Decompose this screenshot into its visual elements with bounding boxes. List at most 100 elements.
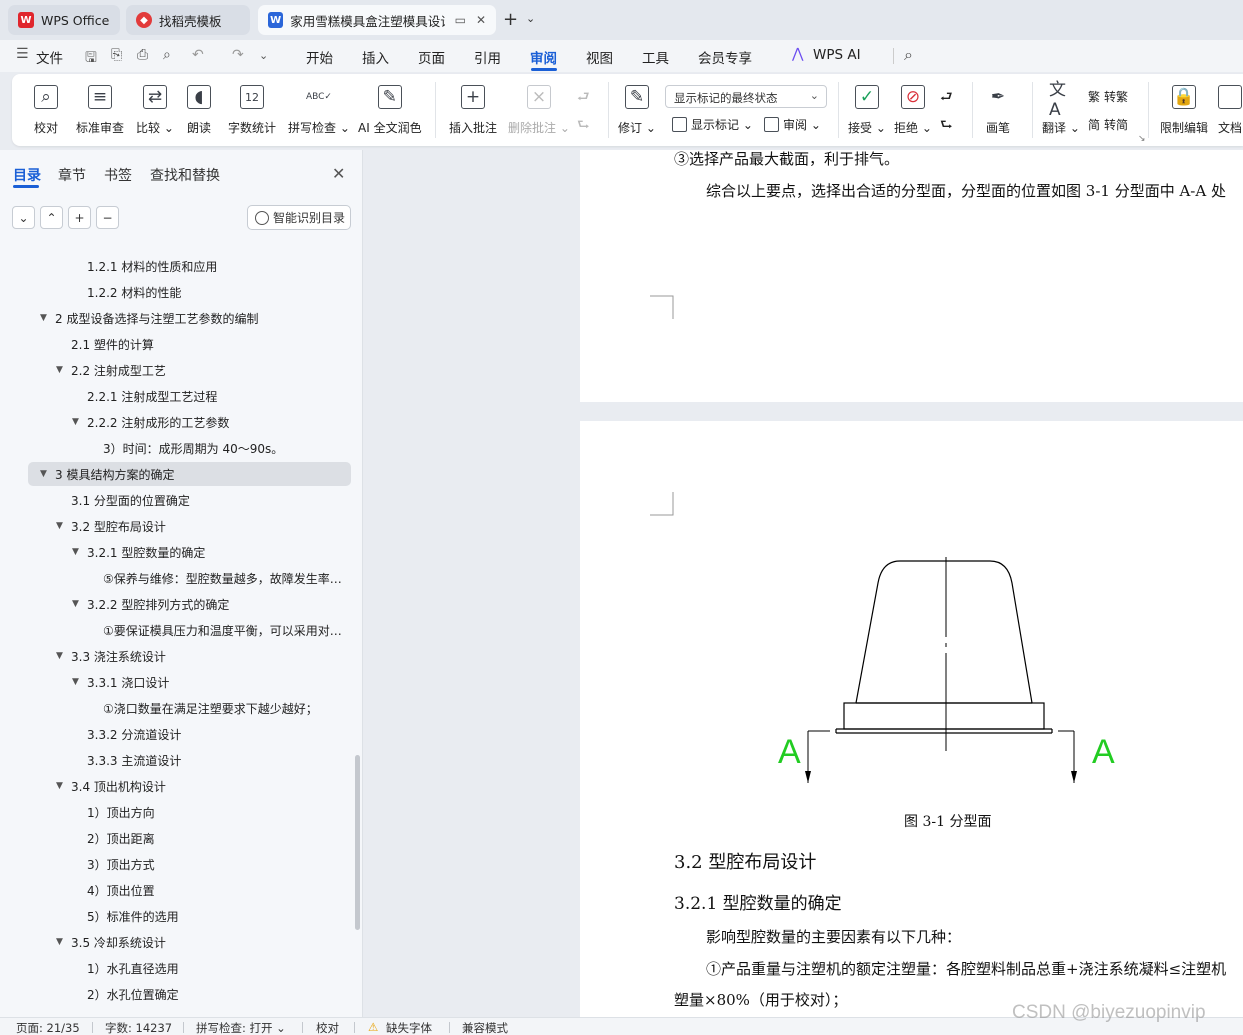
toc-item[interactable]: ①要保证模具压力和温度平衡，可以采用对… [0,618,350,642]
screen-icon[interactable]: ▭ [455,13,466,27]
toc-item[interactable]: ▼ 3.3 浇注系统设计 [0,644,350,668]
redo-icon[interactable]: ↷ [232,47,244,63]
expand-triangle-icon[interactable]: ▼ [40,469,47,479]
toc-item[interactable]: ▼ 2 成型设备选择与注塑工艺参数的编制 [0,306,350,330]
expand-triangle-icon[interactable]: ▼ [56,521,63,531]
expand-triangle-icon[interactable]: ▼ [56,781,63,791]
toc-item[interactable]: ▼ 3.5 冷却系统设计 [0,930,350,954]
spell-check-button[interactable]: ABC✓ 拼写检查 ⌄ [288,85,350,136]
toc-item[interactable]: 2）水孔位置确定 [0,982,350,1006]
to-traditional-button[interactable]: 繁 转繁 [1088,88,1128,105]
menu-home[interactable]: 开始 [306,47,333,67]
hamburger-icon[interactable]: ☰ [16,46,29,62]
toc-item[interactable]: 1）顶出方向 [0,800,350,824]
heading-3-2-1[interactable]: 3.2.1 型腔数量的确定 [674,889,842,914]
tab-sections[interactable]: 章节 [58,165,86,185]
expand-triangle-icon[interactable]: ▼ [72,417,79,427]
track-changes-button[interactable]: ✎ 修订 ⌄ [618,85,656,136]
print-icon[interactable]: ⎙ [137,47,148,63]
toc-item[interactable]: ▼ 3.2 型腔布局设计 [0,514,350,538]
doc-paragraph[interactable]: 塑量×80%（用于校对）； [674,989,847,1010]
save-icon[interactable]: 🖫 [85,47,97,71]
doc-paragraph[interactable]: ③选择产品最大截面，利于排气。 [674,150,899,169]
delete-comment-button[interactable]: × 删除批注 ⌄ [508,85,570,136]
remove-heading-button[interactable]: − [96,206,119,229]
proofread-status[interactable]: 校对 [316,1020,339,1035]
toc-item[interactable]: 1.2.1 材料的性质和应用 [0,254,350,278]
menu-wps-ai[interactable]: WPS AI [813,47,861,63]
add-heading-button[interactable]: + [68,206,91,229]
toc-item[interactable]: 5）标准件的选用 [0,904,350,928]
menu-file[interactable]: 文件 [36,47,63,67]
toc-item[interactable]: ▼ 3.2.1 型腔数量的确定 [0,540,350,564]
prev-comment-icon[interactable]: ⮐ [577,86,590,110]
toc-item[interactable]: ▼ 2.2 注射成型工艺 [0,358,350,382]
toc-item[interactable]: ▼ 3 模具结构方案的确定 [28,462,351,486]
word-count-button[interactable]: 12 字数统计 [228,85,276,136]
document-protect-button[interactable]: 文档 [1218,85,1242,136]
reject-button[interactable]: ⊘ 拒绝 ⌄ [894,85,932,136]
doc-paragraph[interactable]: 综合以上要点，选择出合适的分型面，分型面的位置如图 3-1 分型面中 A-A 处 [706,180,1226,201]
menu-references[interactable]: 引用 [474,47,501,67]
figure-caption[interactable]: 图 3-1 分型面 [904,811,991,831]
doc-paragraph[interactable]: ①产品重量与注塑机的额定注塑量：各腔塑料制品总重+浇注系统凝料≤注塑机 [706,958,1226,979]
ai-polish-button[interactable]: ✎ AI 全文润色 [358,85,422,136]
close-icon[interactable]: ✕ [332,164,345,183]
undo-icon[interactable]: ↶ [192,47,204,63]
doc-paragraph[interactable]: 影响型腔数量的主要因素有以下几种： [706,926,961,947]
toc-item[interactable]: 1.2.2 材料的性能 [0,280,350,304]
menu-insert[interactable]: 插入 [362,47,389,67]
chevron-down-icon[interactable]: ⌄ [259,49,268,62]
new-tab-icon[interactable]: + [503,9,518,30]
standard-review-button[interactable]: ≡ 标准审查 [76,85,124,136]
toc-item[interactable]: 3.3.2 分流道设计 [0,722,350,746]
toc-item[interactable]: 2）顶出距离 [0,826,350,850]
toc-item[interactable]: 3.3.3 主流道设计 [0,748,350,772]
toc-item[interactable]: 4）顶出位置 [0,878,350,902]
word-count-status[interactable]: 字数: 14237 [105,1020,172,1035]
prev-change-icon[interactable]: ⮐ [940,86,953,110]
toc-item[interactable]: 1）水孔直径选用 [0,956,350,980]
tab-find-replace[interactable]: 查找和替换 [150,165,220,185]
collapse-all-button[interactable]: ⌃ [40,206,63,229]
menu-view[interactable]: 视图 [586,47,613,67]
toc-item[interactable]: ▼ 3.2.2 型腔排列方式的确定 [0,592,350,616]
close-tab-icon[interactable]: ✕ [476,13,486,27]
toc-item[interactable]: 3）顶出方式 [0,852,350,876]
menu-tools[interactable]: 工具 [642,47,669,67]
menu-membership[interactable]: 会员专享 [698,47,752,67]
print-preview-icon[interactable]: ⌕ [163,47,171,63]
menu-review[interactable]: 审阅 [530,47,557,67]
tab-bookmarks[interactable]: 书签 [104,165,132,185]
spell-check-status[interactable]: 拼写检查: 打开 ⌄ [196,1020,286,1035]
tab-docer-templates[interactable]: ◆ 找稻壳模板 [126,5,250,35]
proofread-button[interactable]: ⌕ 校对 [34,85,58,136]
toc-item[interactable]: ⑤保养与维修：型腔数量越多，故障发生率… [0,566,350,590]
toc-scrollbar[interactable] [355,755,360,930]
insert-comment-button[interactable]: + 插入批注 [449,85,497,136]
next-change-icon[interactable]: ⮑ [940,114,953,138]
pen-button[interactable]: ✒ 画笔 [986,85,1010,136]
accept-button[interactable]: ✓ 接受 ⌄ [848,85,886,136]
expand-triangle-icon[interactable]: ▼ [56,365,63,375]
expand-triangle-icon[interactable]: ▼ [56,937,63,947]
toc-item[interactable]: 2.1 塑件的计算 [0,332,350,356]
toc-item[interactable]: ▼ 2.2.2 注射成形的工艺参数 [0,410,350,434]
review-pane-button[interactable]: 审阅 ⌄ [764,116,821,133]
expand-triangle-icon[interactable]: ▼ [72,677,79,687]
expand-triangle-icon[interactable]: ▼ [72,599,79,609]
smart-toc-button[interactable]: 智能识别目录 [247,205,351,230]
tab-document[interactable]: W 家用雪糕模具盒注塑模具设计 ▭ ✕ [258,5,496,35]
toc-item[interactable]: 3）时间：成形周期为 40～90s。 [0,436,350,460]
read-aloud-button[interactable]: ◖ 朗读 [187,85,211,136]
compare-button[interactable]: ⇄ 比较 ⌄ [136,85,174,136]
export-icon[interactable]: ⎘ [111,47,122,63]
markup-state-select[interactable]: 显示标记的最终状态 ⌄ [665,85,827,108]
toc-item[interactable]: 2.2.1 注射成型工艺过程 [0,384,350,408]
expand-dialog-icon[interactable]: ↘ [1138,134,1146,144]
menu-page[interactable]: 页面 [418,47,445,67]
translate-button[interactable]: 文A 翻译 ⌄ [1042,80,1080,136]
page-indicator[interactable]: 页面: 21/35 [16,1020,80,1035]
to-simplified-button[interactable]: 简 转简 [1088,116,1128,133]
heading-3-2[interactable]: 3.2 型腔布局设计 [674,848,816,874]
